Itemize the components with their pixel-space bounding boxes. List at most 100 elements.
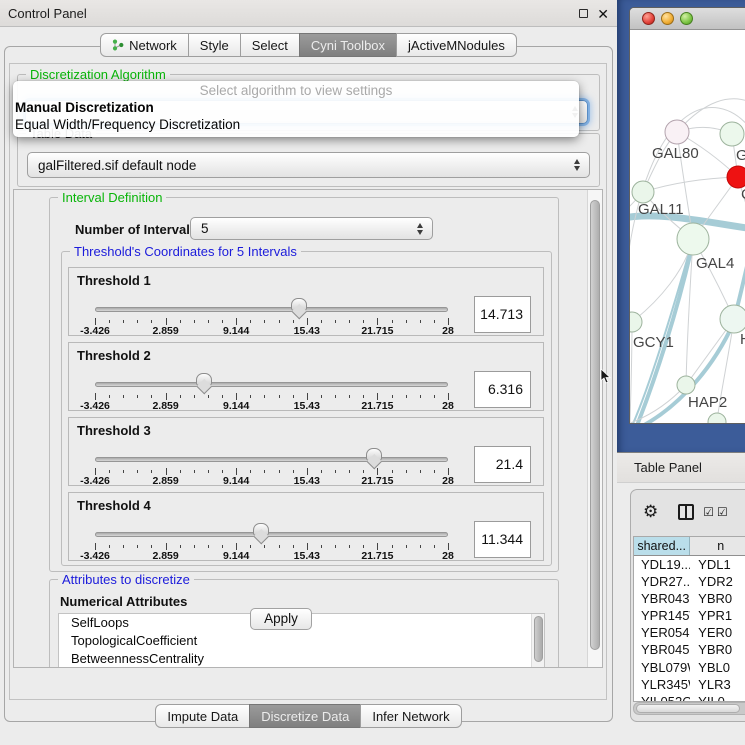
cell[interactable]: YLR3	[690, 676, 745, 693]
slider-tick	[377, 468, 378, 475]
network-view-canvas[interactable]: GAL80GCGAL11GAL4GCY1HHAP2	[630, 30, 745, 424]
slider-tick-label: 15.43	[294, 325, 320, 337]
table-row[interactable]: YLR345WYLR3	[634, 676, 745, 693]
threshold-value-field[interactable]: 11.344	[474, 521, 531, 558]
slider-tick	[151, 395, 152, 398]
select-all-checkbox-icon[interactable]: ☑	[703, 505, 715, 519]
dropdown-option-manual[interactable]: Manual Discretization	[13, 99, 579, 116]
cell[interactable]: YBR043C	[634, 590, 690, 607]
dropdown-option-equal-width[interactable]: Equal Width/Frequency Discretization	[13, 116, 579, 133]
close-icon[interactable]: ✕	[597, 7, 609, 21]
tab-network[interactable]: Network	[100, 33, 189, 57]
list-item[interactable]: TopologicalCoefficient	[59, 632, 544, 650]
select-none-checkbox-icon[interactable]: ☑	[717, 505, 729, 519]
slider-track[interactable]	[95, 532, 448, 537]
slider-tick	[137, 395, 138, 398]
slider-thumb[interactable]	[366, 448, 382, 461]
table-row[interactable]: YBR043CYBR0	[634, 590, 745, 607]
slider-thumb[interactable]	[291, 298, 307, 311]
network-node[interactable]	[727, 166, 745, 188]
cell[interactable]: YPR145W	[634, 607, 690, 624]
slider-tick	[194, 395, 195, 398]
tab-label: Discretize Data	[261, 709, 349, 724]
table-row[interactable]: YIL052CYIL0	[634, 693, 745, 702]
tab-jactivemnodules[interactable]: jActiveMNodules	[396, 33, 517, 57]
cell[interactable]: YDL19...	[634, 556, 690, 573]
network-node[interactable]	[708, 413, 726, 424]
cell[interactable]: YBL0	[690, 659, 745, 676]
cell[interactable]: YER0	[690, 624, 745, 641]
slider-tick	[434, 470, 435, 473]
table-row[interactable]: YER054CYER0	[634, 624, 745, 641]
list-item[interactable]: BetweennessCentrality	[59, 650, 544, 668]
slider-tick	[321, 470, 322, 473]
tab-cyni-toolbox[interactable]: Cyni Toolbox	[299, 33, 397, 57]
slider-tick	[434, 545, 435, 548]
network-edge[interactable]	[630, 322, 632, 422]
table-panel-title: Table Panel	[617, 460, 702, 475]
tab-discretize-data[interactable]: Discretize Data	[249, 704, 361, 728]
network-edge[interactable]	[643, 177, 738, 192]
slider-tick	[279, 545, 280, 548]
table-row[interactable]: YDL19...YDL1	[634, 556, 745, 573]
cell[interactable]: YER054C	[634, 624, 690, 641]
threshold-value-field[interactable]: 6.316	[474, 371, 531, 408]
gear-icon[interactable]: ⚙	[643, 502, 658, 522]
table-row[interactable]: YBL079WYBL0	[634, 659, 745, 676]
network-node[interactable]	[677, 376, 695, 394]
split-columns-icon[interactable]	[678, 504, 694, 520]
scrollbar-thumb[interactable]	[590, 200, 600, 650]
cell[interactable]: YBR0	[690, 641, 745, 658]
desktop-area: GAL80GCGAL11GAL4GCY1HHAP2 Table Panel ⚙ …	[617, 0, 745, 745]
network-node[interactable]	[632, 181, 654, 203]
cell[interactable]: YIL0	[690, 693, 745, 702]
column-header-name[interactable]: n	[690, 537, 745, 555]
tab-select[interactable]: Select	[240, 33, 300, 57]
threshold-value-field[interactable]: 14.713	[474, 296, 531, 333]
horizontal-scrollbar[interactable]	[633, 702, 745, 715]
cell[interactable]: YDR2	[690, 573, 745, 590]
network-node[interactable]	[677, 223, 709, 255]
minimize-window-icon[interactable]	[661, 12, 674, 25]
slider-track[interactable]	[95, 457, 448, 462]
cell[interactable]: YBR0	[690, 590, 745, 607]
cell[interactable]: YBR045C	[634, 641, 690, 658]
network-node[interactable]	[720, 122, 744, 146]
network-node[interactable]	[720, 305, 745, 333]
float-panel-icon[interactable]	[579, 9, 588, 18]
table-data-combobox[interactable]: galFiltered.sif default node	[27, 152, 590, 178]
scrollbar-thumb[interactable]	[636, 704, 740, 713]
column-header-shared-name[interactable]: shared...	[634, 537, 690, 555]
network-node[interactable]	[665, 120, 689, 144]
table-row[interactable]: YBR045CYBR0	[634, 641, 745, 658]
tab-infer-network[interactable]: Infer Network	[360, 704, 461, 728]
cell[interactable]: YBL079W	[634, 659, 690, 676]
tab-impute-data[interactable]: Impute Data	[155, 704, 250, 728]
cell[interactable]: YDL1	[690, 556, 745, 573]
slider-tick	[180, 470, 181, 473]
slider-thumb[interactable]	[196, 373, 212, 386]
tab-style[interactable]: Style	[188, 33, 241, 57]
number-of-intervals-combobox[interactable]: 5	[190, 217, 433, 240]
thresholds-group: Threshold's Coordinates for 5 Intervals …	[61, 251, 552, 566]
list-scrollbar[interactable]	[531, 614, 544, 668]
zoom-window-icon[interactable]	[680, 12, 693, 25]
group-title: Interval Definition	[58, 190, 166, 205]
slider-tick-label: 15.43	[294, 400, 320, 412]
slider-tick	[279, 320, 280, 323]
threshold-value-field[interactable]: 21.4	[474, 446, 531, 483]
apply-button[interactable]: Apply	[250, 608, 312, 630]
cell[interactable]: YPR1	[690, 607, 745, 624]
cell[interactable]: YLR345W	[634, 676, 690, 693]
slider-thumb[interactable]	[253, 523, 269, 536]
slider-track[interactable]	[95, 382, 448, 387]
scrollbar-thumb[interactable]	[534, 616, 543, 662]
vertical-scrollbar[interactable]	[587, 190, 602, 667]
table-row[interactable]: YDR27...YDR2	[634, 573, 745, 590]
cell[interactable]: YDR27...	[634, 573, 690, 590]
table-row[interactable]: YPR145WYPR1	[634, 607, 745, 624]
slider-track[interactable]	[95, 307, 448, 312]
close-window-icon[interactable]	[642, 12, 655, 25]
slider-tick	[448, 393, 449, 400]
cell[interactable]: YIL052C	[634, 693, 690, 702]
